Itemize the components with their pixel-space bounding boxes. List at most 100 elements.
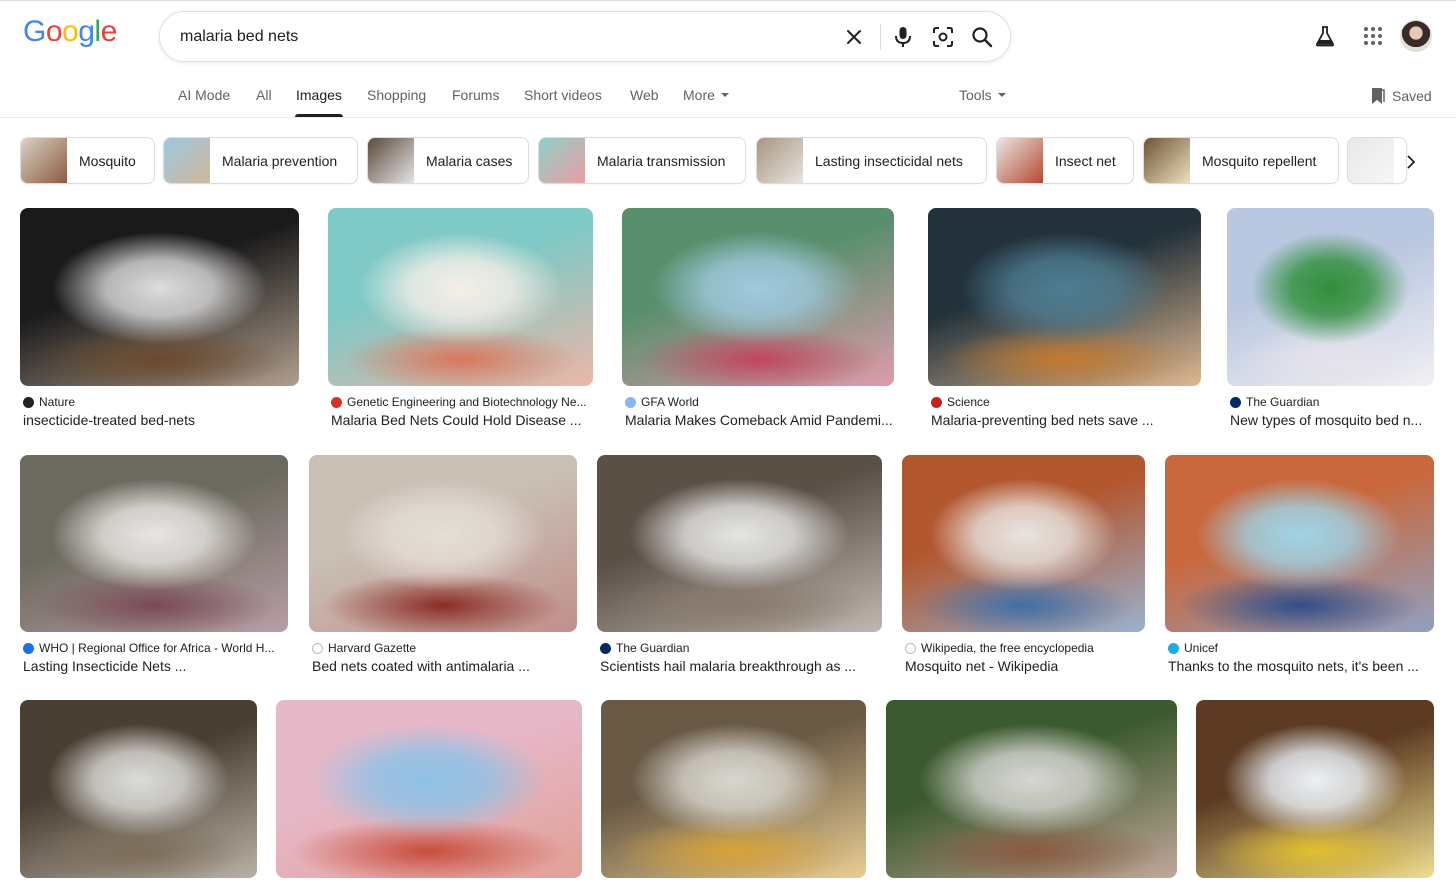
related-search-chips: Mosquito Malaria prevention Malaria cases M… — [20, 137, 1456, 185]
site-favicon-icon — [1230, 396, 1241, 408]
related-search-chip[interactable]: Mosquito repellent — [1143, 137, 1339, 184]
result-title[interactable]: Scientists hail malaria breakthrough as … — [600, 658, 856, 674]
tab-short-videos[interactable]: Short videos — [524, 87, 602, 103]
result-thumbnail[interactable] — [622, 208, 894, 386]
site-favicon-icon — [1168, 642, 1179, 654]
chip-thumbnail — [368, 138, 414, 183]
result-title[interactable]: Malaria Makes Comeback Amid Pandemi... — [625, 412, 893, 428]
tab-web[interactable]: Web — [630, 87, 659, 103]
site-favicon-icon — [600, 642, 611, 654]
result-source-name: WHO | Regional Office for Africa - World… — [39, 641, 275, 655]
tools-button[interactable]: Tools — [959, 87, 1006, 103]
chip-thumbnail — [21, 138, 67, 183]
chip-label: Malaria transmission — [597, 152, 726, 169]
result-source[interactable]: WHO | Regional Office for Africa - World… — [23, 641, 274, 655]
result-thumbnail[interactable] — [309, 455, 577, 632]
result-title[interactable]: Lasting Insecticide Nets ... — [23, 658, 186, 674]
result-title[interactable]: Thanks to the mosquito nets, it's been .… — [1168, 658, 1419, 674]
result-thumbnail[interactable] — [597, 455, 882, 632]
logo-letter: o — [62, 15, 79, 48]
chip-thumbnail — [539, 138, 585, 183]
site-favicon-icon — [23, 396, 34, 408]
related-search-chip[interactable]: Lasting insecticidal nets — [756, 137, 987, 184]
tab-images[interactable]: Images — [296, 87, 342, 103]
chip-thumbnail — [1348, 138, 1394, 183]
result-title[interactable]: Mosquito net - Wikipedia — [905, 658, 1058, 674]
tab-shopping[interactable]: Shopping — [367, 87, 426, 103]
chip-label: Mosquito repellent — [1202, 152, 1317, 169]
result-source[interactable]: Nature — [23, 395, 75, 409]
chip-label: Malaria prevention — [222, 152, 338, 169]
result-source-name: Unicef — [1184, 641, 1219, 655]
result-source-name: Science — [947, 395, 990, 409]
result-title[interactable]: Malaria Bed Nets Could Hold Disease ... — [331, 412, 582, 428]
tools-label: Tools — [959, 87, 992, 103]
result-source[interactable]: The Guardian — [600, 641, 689, 655]
result-thumbnail[interactable] — [20, 455, 288, 632]
bookmark-icon — [1372, 88, 1385, 104]
result-title[interactable]: Malaria-preventing bed nets save ... — [931, 412, 1154, 428]
result-thumbnail[interactable] — [601, 700, 866, 878]
search-input[interactable] — [180, 26, 800, 48]
result-source[interactable]: Harvard Gazette — [312, 641, 416, 655]
chip-thumbnail — [997, 138, 1043, 183]
result-source[interactable]: Genetic Engineering and Biotechnology Ne… — [331, 395, 587, 409]
site-favicon-icon — [905, 642, 916, 654]
labs-flask-icon[interactable] — [1313, 24, 1337, 48]
logo-letter: G — [23, 15, 46, 48]
tab-ai-mode[interactable]: AI Mode — [178, 87, 230, 103]
related-search-chip[interactable]: Malaria cases — [367, 137, 529, 184]
chip-label: Malaria cases — [426, 152, 513, 169]
result-source[interactable]: GFA World — [625, 395, 699, 409]
site-favicon-icon — [331, 396, 342, 408]
result-title[interactable]: insecticide-treated bed-nets — [23, 412, 195, 428]
result-source[interactable]: Wikipedia, the free encyclopedia — [905, 641, 1094, 655]
site-favicon-icon — [931, 396, 942, 408]
related-search-chip[interactable]: Malaria transmission — [538, 137, 746, 184]
chip-thumbnail — [757, 138, 803, 183]
chevron-right-icon[interactable] — [1397, 150, 1425, 174]
chevron-down-icon — [997, 93, 1006, 98]
close-icon[interactable] — [842, 25, 866, 49]
result-source-name: The Guardian — [616, 641, 690, 655]
result-thumbnail[interactable] — [328, 208, 593, 386]
result-source-name: Harvard Gazette — [328, 641, 417, 655]
microphone-icon[interactable] — [891, 25, 915, 49]
avatar[interactable] — [1400, 20, 1432, 52]
tab-more-label: More — [683, 87, 715, 103]
lens-icon[interactable] — [931, 25, 955, 49]
result-title[interactable]: New types of mosquito bed n... — [1230, 412, 1422, 428]
result-thumbnail[interactable] — [886, 700, 1177, 878]
related-search-chip[interactable]: Mosquito — [20, 137, 155, 184]
result-source-name: Wikipedia, the free encyclopedia — [921, 641, 1094, 655]
result-source-name: Nature — [39, 395, 76, 409]
tab-forums[interactable]: Forums — [452, 87, 499, 103]
result-thumbnail[interactable] — [1227, 208, 1434, 386]
result-thumbnail[interactable] — [902, 455, 1145, 632]
tab-more[interactable]: More — [683, 87, 729, 103]
google-logo[interactable]: Google — [23, 15, 117, 49]
result-title[interactable]: Bed nets coated with antimalaria ... — [312, 658, 530, 674]
search-box[interactable] — [159, 11, 1011, 62]
chip-thumbnail — [1144, 138, 1190, 183]
tab-all[interactable]: All — [256, 87, 272, 103]
result-thumbnail[interactable] — [276, 700, 582, 878]
result-source[interactable]: The Guardian — [1230, 395, 1319, 409]
apps-grid-icon[interactable] — [1361, 24, 1385, 48]
result-thumbnail[interactable] — [20, 700, 257, 878]
result-source-name: Genetic Engineering and Biotechnology Ne… — [347, 395, 587, 409]
search-icon[interactable] — [970, 25, 994, 49]
related-search-chip[interactable]: Insect net — [996, 137, 1134, 184]
result-thumbnail[interactable] — [20, 208, 299, 386]
related-search-chip[interactable]: Malaria prevention — [163, 137, 358, 184]
chip-label: Insect net — [1055, 152, 1116, 169]
saved-button[interactable]: Saved — [1370, 87, 1432, 105]
result-source[interactable]: Unicef — [1168, 641, 1218, 655]
result-thumbnail[interactable] — [1165, 455, 1434, 632]
logo-letter: e — [100, 15, 118, 48]
result-thumbnail[interactable] — [1196, 700, 1434, 878]
chip-label: Lasting insecticidal nets — [815, 152, 963, 169]
search-divider — [880, 24, 881, 50]
result-source[interactable]: Science — [931, 395, 990, 409]
result-thumbnail[interactable] — [928, 208, 1201, 386]
